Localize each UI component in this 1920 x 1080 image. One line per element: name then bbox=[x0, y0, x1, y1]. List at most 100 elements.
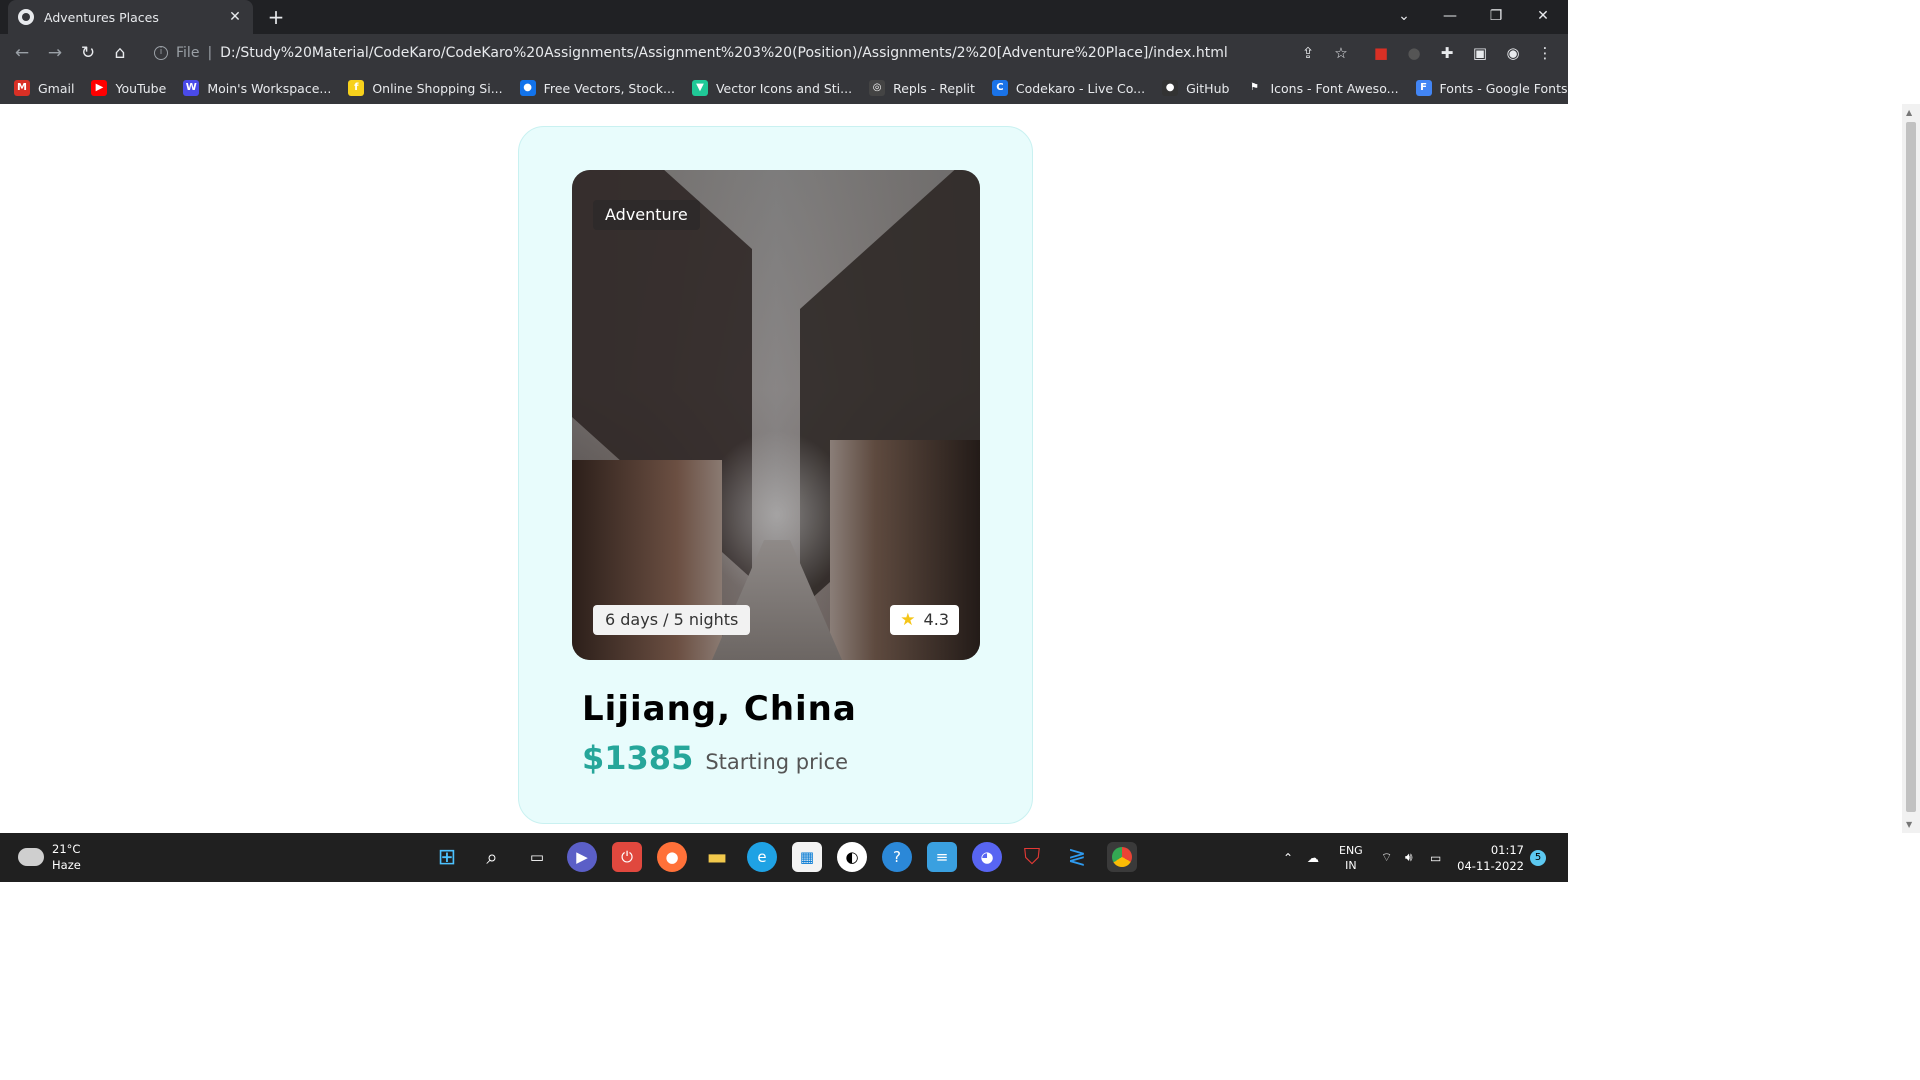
teams-chat-icon[interactable]: ▶ bbox=[567, 842, 597, 872]
bookmark-item[interactable]: ● Free Vectors, Stock... bbox=[519, 80, 675, 96]
codekaro-icon: C bbox=[991, 80, 1008, 96]
extension-red-icon[interactable]: ■ bbox=[1371, 43, 1391, 63]
bookmark-item[interactable]: f Online Shopping Si... bbox=[348, 80, 503, 96]
bookmark-item[interactable]: M Gmail bbox=[14, 80, 74, 96]
destination-photo: Adventure 6 days / 5 nights ★ 4.3 bbox=[572, 170, 980, 660]
new-tab-button[interactable]: + bbox=[263, 4, 289, 30]
menu-icon[interactable]: ⋮ bbox=[1535, 43, 1555, 63]
url-separator: | bbox=[207, 45, 213, 61]
share-icon[interactable]: ⇪ bbox=[1298, 43, 1318, 63]
bookmark-label: Free Vectors, Stock... bbox=[543, 80, 675, 96]
language-code: ENG bbox=[1339, 843, 1363, 857]
bookmark-item[interactable]: ▼ Vector Icons and Sti... bbox=[691, 80, 853, 96]
battery-icon[interactable]: ▭ bbox=[1430, 833, 1441, 882]
bookmark-label: Repls - Replit bbox=[893, 80, 975, 96]
volume-icon[interactable]: 🔊︎ bbox=[1405, 833, 1413, 882]
file-explorer-icon[interactable]: ▬ bbox=[702, 842, 732, 872]
adventure-card[interactable]: Adventure 6 days / 5 nights ★ 4.3 Lijian… bbox=[518, 126, 1033, 824]
edge-icon[interactable]: e bbox=[747, 842, 777, 872]
search-icon[interactable]: ⌕ bbox=[477, 842, 507, 872]
mcafee-icon[interactable]: ⛉ bbox=[1017, 842, 1047, 872]
firefox-icon[interactable]: ● bbox=[657, 842, 687, 872]
google-fonts-icon: F bbox=[1415, 80, 1432, 96]
bookmark-item[interactable]: ◎ Repls - Replit bbox=[869, 80, 975, 96]
extension-circle-icon[interactable]: ● bbox=[1404, 43, 1424, 63]
tab-title: Adventures Places bbox=[44, 9, 159, 25]
bookmark-item[interactable]: W Moin's Workspace... bbox=[183, 80, 331, 96]
replit-icon: ◎ bbox=[869, 80, 886, 96]
rating-badge: ★ 4.3 bbox=[890, 605, 959, 635]
windows-taskbar: 21°C Haze ⊞ ⌕ ▭ ▶ ⏻ ● ▬ e ▦ ◐ ? ≡ ◕ ⛉ ≷ … bbox=[0, 833, 1568, 882]
bookmark-label: Codekaro - Live Co... bbox=[1015, 80, 1146, 96]
weather-condition: Haze bbox=[52, 858, 81, 872]
toolbar: ← → ↻ ⌂ i File | D:/Study%20Material/Cod… bbox=[0, 34, 1568, 72]
side-panel-icon[interactable]: ▣ bbox=[1470, 43, 1490, 63]
bookmark-label: Moin's Workspace... bbox=[207, 80, 332, 96]
minimize-button[interactable]: — bbox=[1427, 0, 1473, 32]
bookmark-star-icon[interactable]: ☆ bbox=[1331, 43, 1351, 63]
bookmark-item[interactable]: F Fonts - Google Fonts bbox=[1415, 80, 1568, 96]
fontawesome-icon: ⚑ bbox=[1246, 80, 1263, 96]
reload-icon[interactable]: ↻ bbox=[76, 41, 100, 65]
url-scheme: File bbox=[176, 45, 200, 61]
duration-badge: 6 days / 5 nights bbox=[593, 605, 751, 635]
wifi-icon[interactable]: ⌔ bbox=[1381, 833, 1392, 882]
task-view-icon[interactable]: ▭ bbox=[522, 842, 552, 872]
price-value: $1385 bbox=[582, 739, 694, 777]
flipkart-icon: f bbox=[348, 80, 365, 96]
help-icon[interactable]: ? bbox=[882, 842, 912, 872]
bookmark-item[interactable]: ▶ YouTube bbox=[91, 80, 166, 96]
bookmark-label: Online Shopping Si... bbox=[372, 80, 503, 96]
tab-adventures-places[interactable]: Adventures Places ✕ bbox=[8, 0, 253, 34]
weather-widget[interactable]: 21°C Haze bbox=[18, 841, 81, 873]
page-scrollbar[interactable]: ▲ ▼ bbox=[1902, 104, 1920, 833]
focus-app-icon[interactable]: ⏻ bbox=[612, 842, 642, 872]
weather-temperature: 21°C bbox=[52, 842, 81, 856]
address-bar[interactable]: i File | D:/Study%20Material/CodeKaro/Co… bbox=[142, 38, 1362, 68]
extensions-puzzle-icon[interactable]: ✚ bbox=[1437, 43, 1457, 63]
bookmark-item[interactable]: ⚑ Icons - Font Aweso... bbox=[1246, 80, 1399, 96]
back-icon[interactable]: ← bbox=[10, 41, 34, 65]
tray-chevron-icon[interactable]: ⌃ bbox=[1283, 833, 1293, 882]
home-icon[interactable]: ⌂ bbox=[108, 41, 132, 65]
bookmark-label: Gmail bbox=[38, 80, 75, 96]
price-row: $1385 Starting price bbox=[582, 739, 848, 777]
scroll-down-icon[interactable]: ▼ bbox=[1906, 820, 1912, 829]
weather-haze-icon bbox=[18, 842, 44, 866]
system-clock[interactable]: 01:17 04-11-2022 bbox=[1457, 842, 1524, 874]
url-text[interactable]: D:/Study%20Material/CodeKaro/CodeKaro%20… bbox=[220, 45, 1228, 61]
bookmarks-bar: M Gmail ▶ YouTube W Moin's Workspace... f Onlin… bbox=[0, 72, 1568, 104]
place-title: Lijiang, China bbox=[582, 689, 857, 729]
notepad-icon[interactable]: ≡ bbox=[927, 842, 957, 872]
scroll-thumb[interactable] bbox=[1906, 122, 1916, 812]
tab-search-button[interactable]: ⌄ bbox=[1381, 0, 1427, 32]
globe-icon bbox=[18, 9, 34, 25]
notification-badge[interactable]: 5 bbox=[1530, 850, 1546, 866]
bookmark-label: YouTube bbox=[115, 80, 167, 96]
bookmark-item[interactable]: C Codekaro - Live Co... bbox=[991, 80, 1146, 96]
workspace-icon: W bbox=[183, 80, 200, 96]
forward-icon[interactable]: → bbox=[43, 41, 67, 65]
language-indicator[interactable]: ENG IN bbox=[1339, 833, 1363, 882]
store-icon[interactable]: ▦ bbox=[792, 842, 822, 872]
gmail-icon: M bbox=[14, 80, 30, 96]
onedrive-icon[interactable]: ☁ bbox=[1307, 833, 1319, 882]
scroll-up-icon[interactable]: ▲ bbox=[1906, 108, 1912, 117]
profile-avatar-icon[interactable]: ◉ bbox=[1503, 43, 1523, 63]
clock-date: 04-11-2022 bbox=[1457, 859, 1524, 873]
bookmark-item[interactable]: ● GitHub bbox=[1162, 80, 1229, 96]
info-icon[interactable]: i bbox=[154, 46, 168, 60]
bookmark-label: Fonts - Google Fonts bbox=[1439, 80, 1568, 96]
github-desktop-icon[interactable]: ◐ bbox=[837, 842, 867, 872]
vscode-icon[interactable]: ≷ bbox=[1062, 842, 1092, 872]
close-window-button[interactable]: ✕ bbox=[1520, 0, 1566, 32]
start-windows-icon[interactable]: ⊞ bbox=[432, 842, 462, 872]
rating-value: 4.3 bbox=[923, 610, 949, 629]
chrome-icon[interactable] bbox=[1107, 842, 1137, 872]
discord-icon[interactable]: ◕ bbox=[972, 842, 1002, 872]
bookmark-label: Vector Icons and Sti... bbox=[715, 80, 853, 96]
restore-button[interactable]: ❐ bbox=[1473, 0, 1519, 32]
category-badge: Adventure bbox=[593, 200, 700, 230]
tab-close-icon[interactable]: ✕ bbox=[227, 9, 243, 25]
bookmark-label: Icons - Font Aweso... bbox=[1270, 80, 1399, 96]
